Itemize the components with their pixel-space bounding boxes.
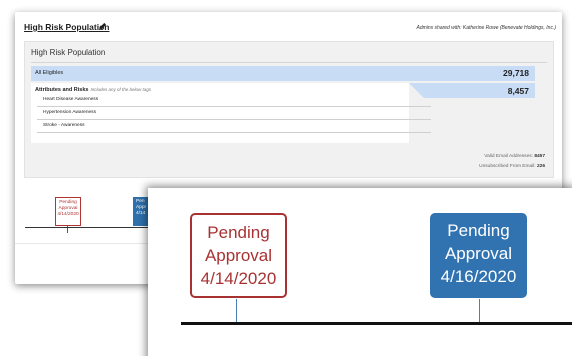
timeline-axis xyxy=(25,227,165,228)
tag-divider xyxy=(37,106,431,107)
timeline-stem xyxy=(236,299,237,322)
attributes-count: 8,457 xyxy=(507,86,529,96)
screenshot-stage: High Risk Population Admins shared with:… xyxy=(0,0,572,356)
badge-line: Approval xyxy=(444,244,513,263)
unsubscribed-label: Unsubscribed From Email: xyxy=(479,164,536,169)
all-eligibles-label: All Eligibles xyxy=(35,70,64,76)
attributes-title: Attributes and Risks xyxy=(35,87,89,93)
attributes-risks-section[interactable]: Attributes and Risks Includes any of the … xyxy=(31,83,535,143)
timeline-axis-zoom xyxy=(181,322,572,325)
all-eligibles-count: 29,718 xyxy=(503,68,529,78)
tag-divider xyxy=(37,132,431,133)
timeline-zoom-card: Pending Approval 4/14/2020 Pending Appro… xyxy=(148,188,572,356)
tag-item: Hypertension Awareness xyxy=(43,110,96,115)
panel-divider xyxy=(31,62,547,63)
pencil-icon[interactable] xyxy=(98,22,107,31)
valid-email-label: Valid Email Addresses: xyxy=(484,154,533,159)
badge-line: Pending xyxy=(447,221,510,240)
pending-approval-badge-red[interactable]: Pending Approval 4/14/2020 xyxy=(55,197,81,226)
timeline-stem xyxy=(479,299,480,322)
page-title[interactable]: High Risk Population xyxy=(24,22,109,32)
tag-divider xyxy=(37,119,431,120)
tag-item: Heart Disease Awareness xyxy=(43,97,99,102)
badge-line: 4/14/2020 xyxy=(200,269,277,288)
panel-title: High Risk Population xyxy=(31,48,106,57)
valid-email-stat: Valid Email Addresses: 8457 xyxy=(484,154,545,159)
unsubscribed-value: 226 xyxy=(536,164,545,169)
population-panel: High Risk Population All Eligibles 29,71… xyxy=(24,41,554,178)
tag-item: Stroke - Awareness xyxy=(43,123,85,128)
attributes-hint: Includes any of the below tags xyxy=(90,87,152,92)
badge-line: Pending xyxy=(207,223,270,242)
pending-approval-badge-red-zoom[interactable]: Pending Approval 4/14/2020 xyxy=(190,213,287,298)
valid-email-value: 8457 xyxy=(534,154,545,159)
pending-approval-badge-blue-zoom[interactable]: Pending Approval 4/16/2020 xyxy=(430,213,527,298)
badge-line: 4/14/2020 xyxy=(57,212,79,217)
badge-line: 4/16/2020 xyxy=(440,267,517,286)
all-eligibles-row[interactable]: All Eligibles 29,718 xyxy=(31,66,535,81)
badge-line: Approval xyxy=(204,246,273,265)
admins-shared-note: Admins shared with: Katherine Rowe (Bene… xyxy=(416,25,556,31)
unsubscribed-stat: Unsubscribed From Email: 226 xyxy=(479,164,545,169)
attributes-label: Attributes and Risks Includes any of the … xyxy=(35,87,151,93)
